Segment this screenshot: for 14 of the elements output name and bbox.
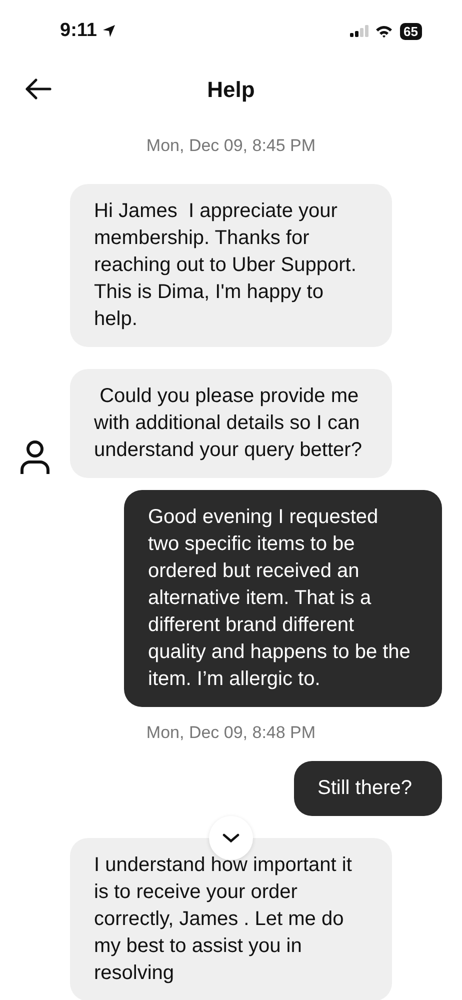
location-arrow-icon: [102, 24, 116, 38]
signal-icon: [350, 25, 370, 37]
status-time: 9:11: [60, 20, 97, 42]
page-title: Help: [207, 77, 255, 103]
wifi-icon: [374, 24, 393, 38]
agent-message: I understand how important it is to receive your order correctly, James . Let me do my best to assist you in resolving: [70, 838, 392, 1000]
chevron-down-icon: [222, 833, 240, 843]
user-message: Still there?: [294, 761, 442, 816]
user-message: Good evening I requested two specific items to be ordered but received an alternative item. That is a different brand different quality and happens to be the item. I’m allergic to.: [124, 490, 442, 707]
agent-message: Hi James I appreciate your membership. Thanks for reaching out to Uber Support. This is Dima, I'm happy to help.: [70, 184, 392, 347]
battery-indicator: 65: [400, 22, 422, 40]
agent-message: Could you please provide me with additional details so I can understand your query better?: [70, 369, 392, 478]
message-timestamp: Mon, Dec 09, 8:48 PM: [145, 723, 317, 743]
message-timestamp: Mon, Dec 09, 8:45 PM: [145, 136, 317, 156]
